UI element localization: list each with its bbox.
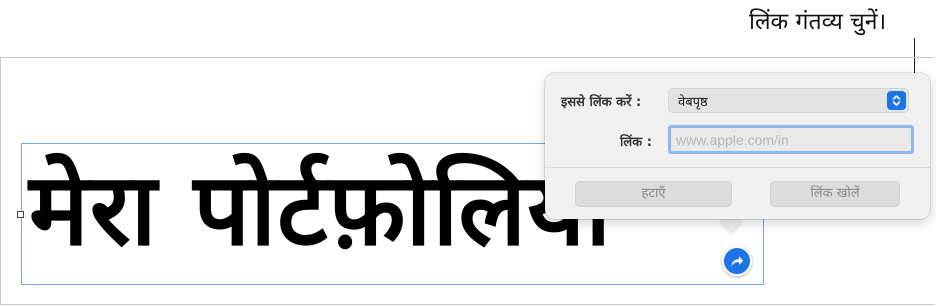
chevron-updown-icon[interactable] <box>887 91 906 110</box>
popover-divider <box>545 167 930 168</box>
link-field-label: लिंक : <box>620 135 652 150</box>
link-to-label: इससे लिंक करें : <box>561 95 642 110</box>
link-settings-popover: इससे लिंक करें : वेबपृष्ठ लिंक : हटाएँ ल… <box>545 73 930 219</box>
link-url-input[interactable] <box>668 125 914 154</box>
open-link-button[interactable]: लिंक खोलें <box>770 181 900 207</box>
link-to-value: वेबपृष्ठ <box>678 95 708 110</box>
link-arrow-icon[interactable] <box>722 246 752 276</box>
title-text[interactable]: मेरा पोर्टफ़ोलियो <box>29 144 612 284</box>
link-to-select[interactable]: वेबपृष्ठ <box>668 88 909 113</box>
textbox-resize-handle[interactable] <box>17 211 24 218</box>
remove-link-button[interactable]: हटाएँ <box>575 181 732 207</box>
callout-label: लिंक गंतव्य चुनें। <box>749 9 887 35</box>
